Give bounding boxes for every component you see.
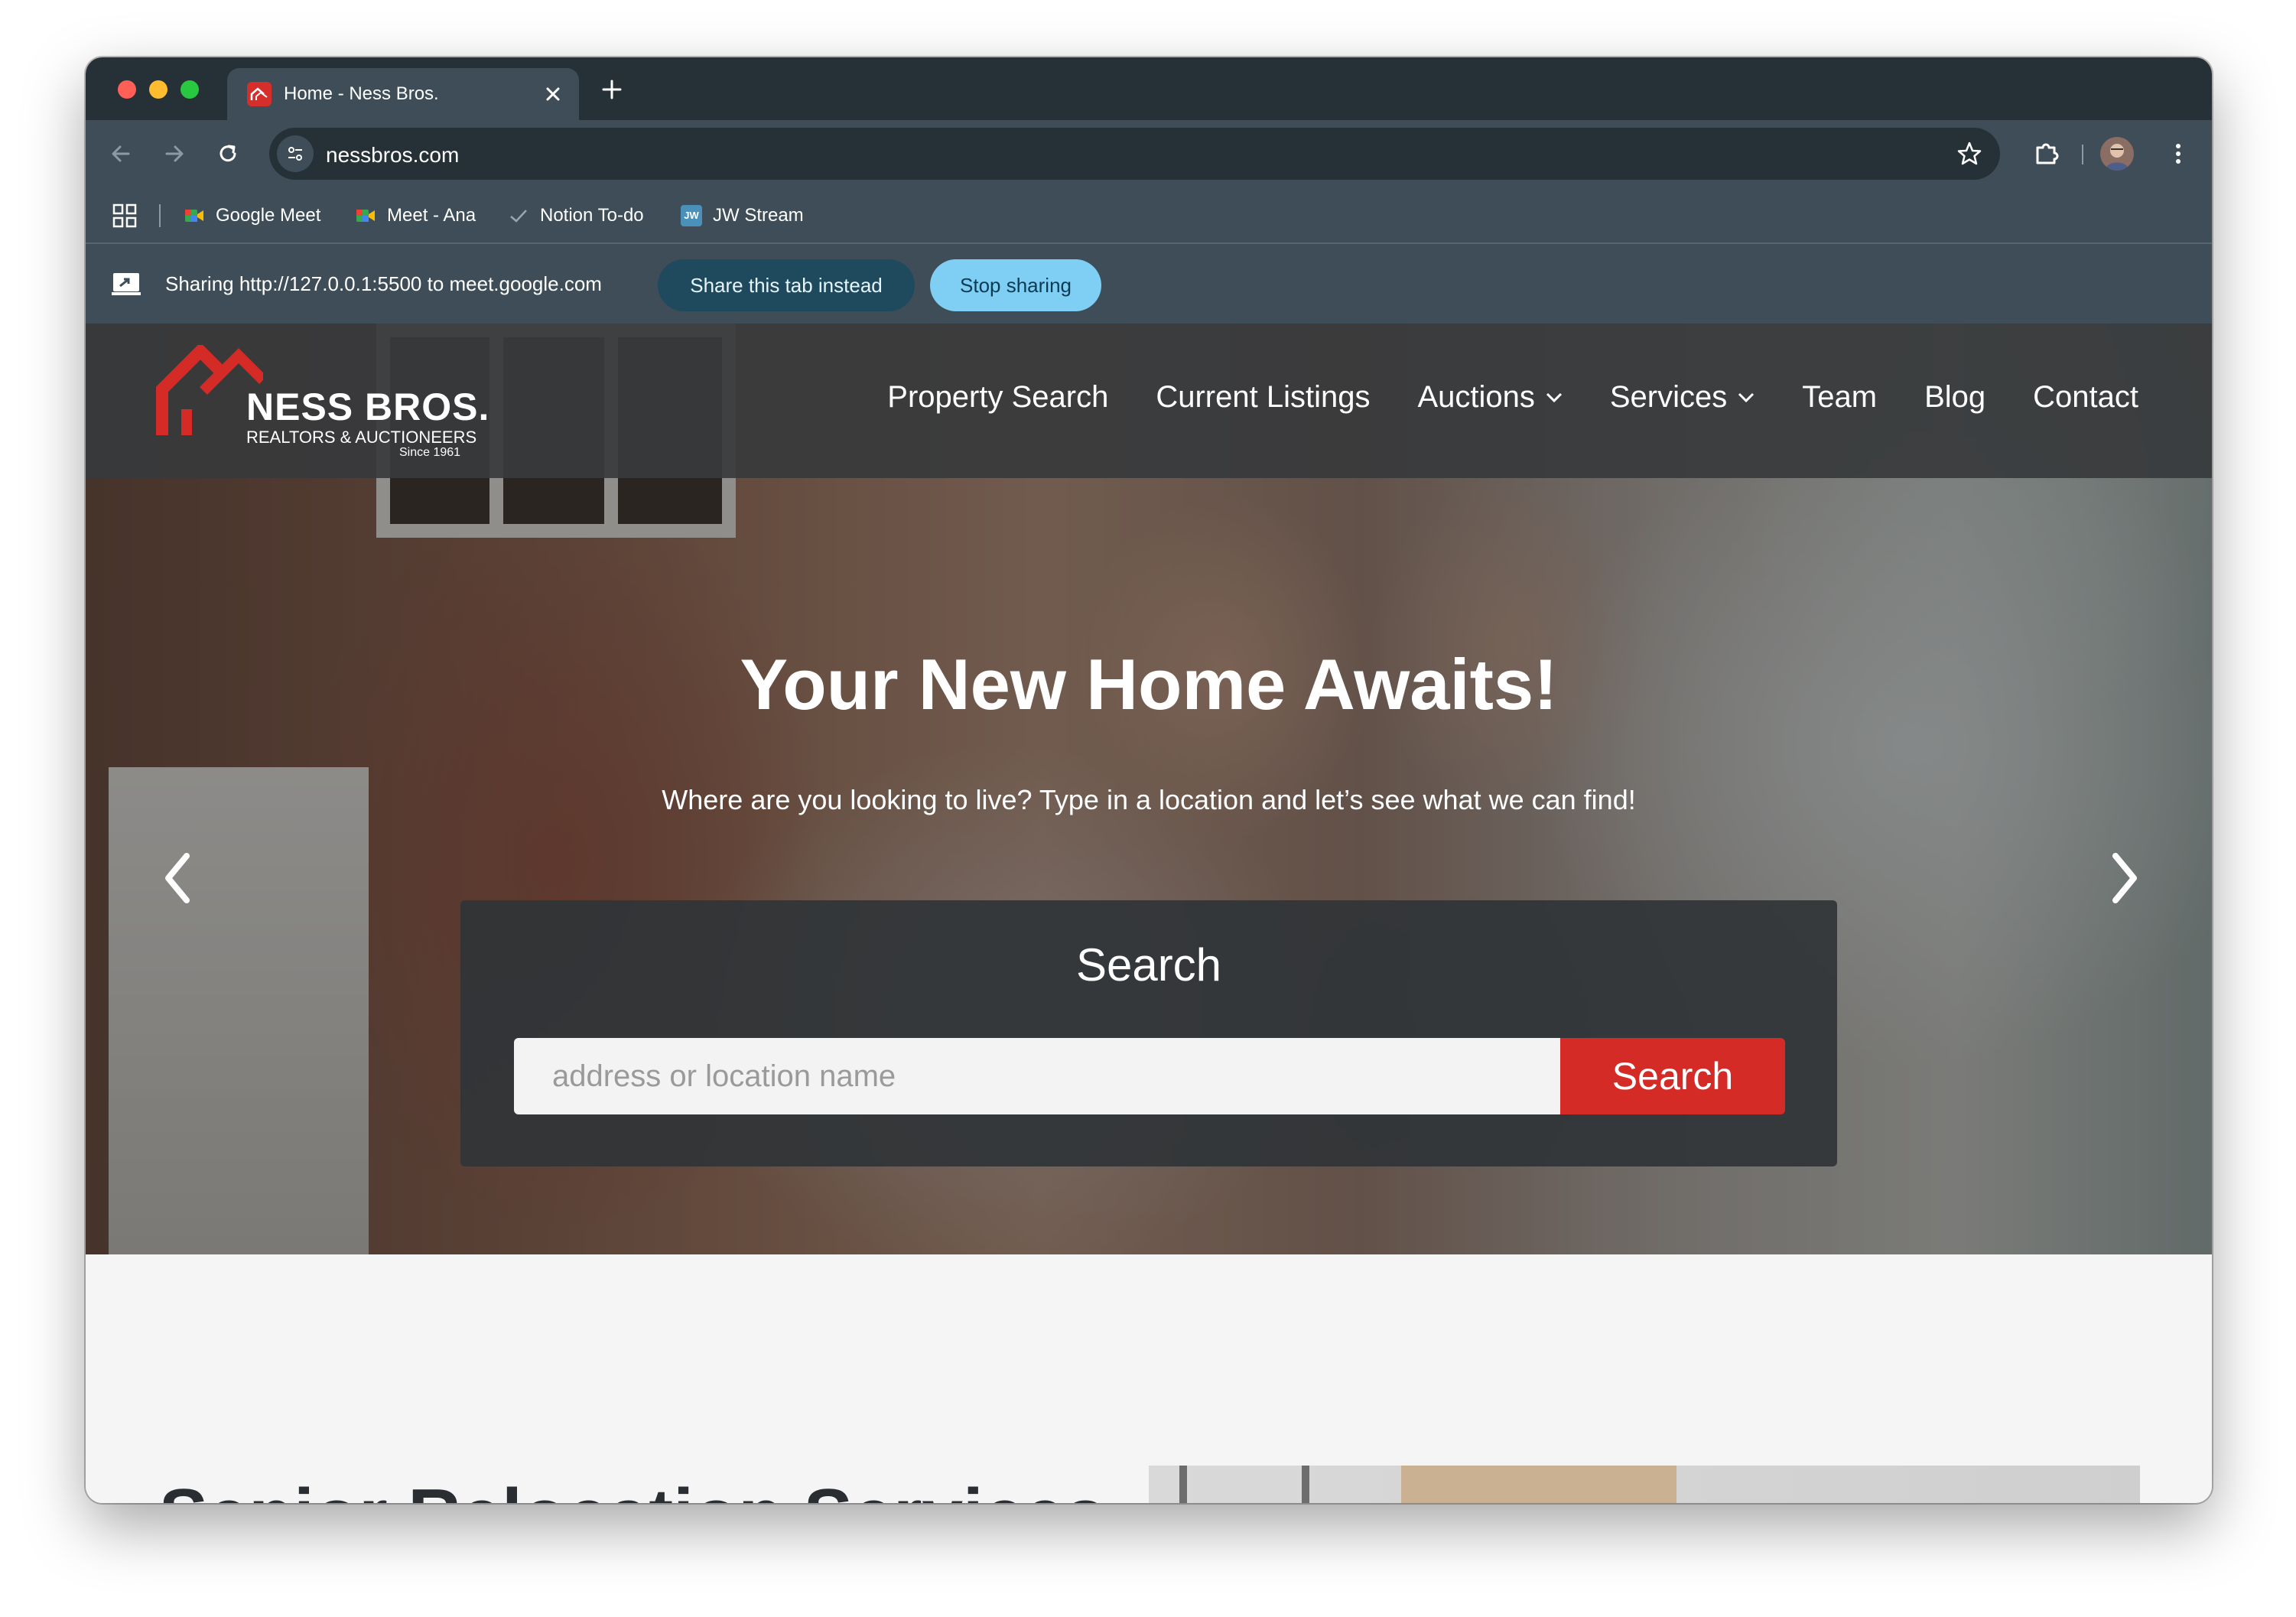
ness-bros-favicon-icon xyxy=(247,82,272,106)
tab-title: Home - Ness Bros. xyxy=(284,83,439,104)
google-meet-icon xyxy=(355,205,376,226)
nav-label: Auctions xyxy=(1417,380,1535,414)
new-tab-icon[interactable] xyxy=(597,74,627,105)
nav-services[interactable]: Services xyxy=(1610,380,1755,415)
bookmark-notion-todo[interactable]: Notion To-do xyxy=(508,203,644,229)
nav-property-search[interactable]: Property Search xyxy=(887,380,1108,415)
search-button[interactable]: Search xyxy=(1560,1038,1785,1114)
hero-title: Your New Home Awaits! xyxy=(740,644,1558,724)
nav-label: Contact xyxy=(2033,380,2138,414)
bookmark-label: Google Meet xyxy=(216,205,321,226)
main-nav: Property Search Current Listings Auction… xyxy=(840,380,2138,415)
logo-title: NESS BROS. xyxy=(246,386,490,428)
bookmark-jw-stream[interactable]: JW JW Stream xyxy=(681,203,804,229)
minimize-window-button[interactable] xyxy=(149,80,167,99)
nav-contact[interactable]: Contact xyxy=(2033,380,2138,415)
chevron-down-icon xyxy=(1546,392,1562,402)
image-ladder xyxy=(1179,1466,1309,1503)
nav-team[interactable]: Team xyxy=(1802,380,1877,415)
hero-subtitle: Where are you looking to live? Type in a… xyxy=(662,784,1636,815)
search-heading: Search xyxy=(1075,939,1222,991)
url-text: nessbros.com xyxy=(326,143,460,167)
google-meet-icon xyxy=(184,205,205,226)
nav-label: Property Search xyxy=(887,380,1109,414)
more-menu-icon[interactable] xyxy=(2161,137,2195,171)
bookmark-label: Meet - Ana xyxy=(387,205,476,226)
chevron-down-icon xyxy=(1738,392,1755,402)
nav-blog[interactable]: Blog xyxy=(1924,380,1985,415)
share-this-tab-button[interactable]: Share this tab instead xyxy=(658,259,915,311)
carousel-prev-arrow-icon[interactable] xyxy=(154,844,200,913)
jw-icon: JW xyxy=(681,205,702,226)
forward-icon[interactable] xyxy=(158,137,191,171)
bookmark-star-icon[interactable] xyxy=(1956,140,1983,168)
screen-share-icon xyxy=(112,272,141,296)
check-icon xyxy=(508,205,529,226)
profile-avatar[interactable] xyxy=(2100,137,2134,171)
logo-since: Since 1961 xyxy=(399,446,461,459)
nav-label: Team xyxy=(1802,380,1878,414)
bookmark-meet-ana[interactable]: Meet - Ana xyxy=(355,203,476,229)
screen-sharing-bar: Sharing http://127.0.0.1:5500 to meet.go… xyxy=(86,244,2212,324)
toolbar-divider xyxy=(2082,145,2083,164)
hero-section: NESS BROS. REALTORS & AUCTIONEERS Since … xyxy=(86,324,2212,1254)
sharing-status-text: Sharing http://127.0.0.1:5500 to meet.go… xyxy=(165,272,602,295)
ness-bros-logo[interactable]: NESS BROS. REALTORS & AUCTIONEERS Since … xyxy=(156,345,489,460)
bookmark-label: Notion To-do xyxy=(540,205,644,226)
nav-label: Blog xyxy=(1924,380,1986,414)
stop-sharing-button[interactable]: Stop sharing xyxy=(930,259,1101,311)
senior-relocation-image xyxy=(1149,1466,2140,1503)
nav-label: Services xyxy=(1609,380,1728,414)
browser-window: Home - Ness Bros. nessbros.com Google Me… xyxy=(86,57,2212,1503)
site-info-icon[interactable] xyxy=(277,135,314,172)
site-header: NESS BROS. REALTORS & AUCTIONEERS Since … xyxy=(86,324,2212,478)
nav-auctions[interactable]: Auctions xyxy=(1417,380,1562,415)
extensions-icon[interactable] xyxy=(2030,137,2063,171)
bookmark-label: JW Stream xyxy=(713,205,804,226)
location-search-input[interactable] xyxy=(514,1038,1560,1114)
bookmarks-bar: Google Meet Meet - Ana Notion To-do JW J… xyxy=(86,187,2212,244)
section-title: Senior Relocation Services xyxy=(159,1479,1106,1504)
bookmark-google-meet[interactable]: Google Meet xyxy=(184,203,320,229)
close-window-button[interactable] xyxy=(118,80,136,99)
bookmarks-divider xyxy=(159,204,161,227)
tab-strip: Home - Ness Bros. xyxy=(86,57,2212,120)
carousel-next-arrow-icon[interactable] xyxy=(2102,844,2148,913)
maximize-window-button[interactable] xyxy=(180,80,199,99)
logo-subtitle: REALTORS & AUCTIONEERS xyxy=(246,428,477,447)
address-bar[interactable]: nessbros.com xyxy=(269,128,2000,180)
search-panel: Search Search xyxy=(460,900,1837,1166)
webpage: NESS BROS. REALTORS & AUCTIONEERS Since … xyxy=(86,324,2212,1503)
nav-label: Current Listings xyxy=(1156,380,1371,414)
reload-icon[interactable] xyxy=(211,137,245,171)
nav-current-listings[interactable]: Current Listings xyxy=(1156,380,1370,415)
browser-toolbar: nessbros.com xyxy=(86,120,2212,187)
apps-grid-icon[interactable] xyxy=(112,203,138,229)
image-box xyxy=(1401,1466,1676,1503)
back-icon[interactable] xyxy=(104,137,138,171)
tab-active[interactable]: Home - Ness Bros. xyxy=(227,68,579,120)
close-tab-icon[interactable] xyxy=(538,79,568,109)
